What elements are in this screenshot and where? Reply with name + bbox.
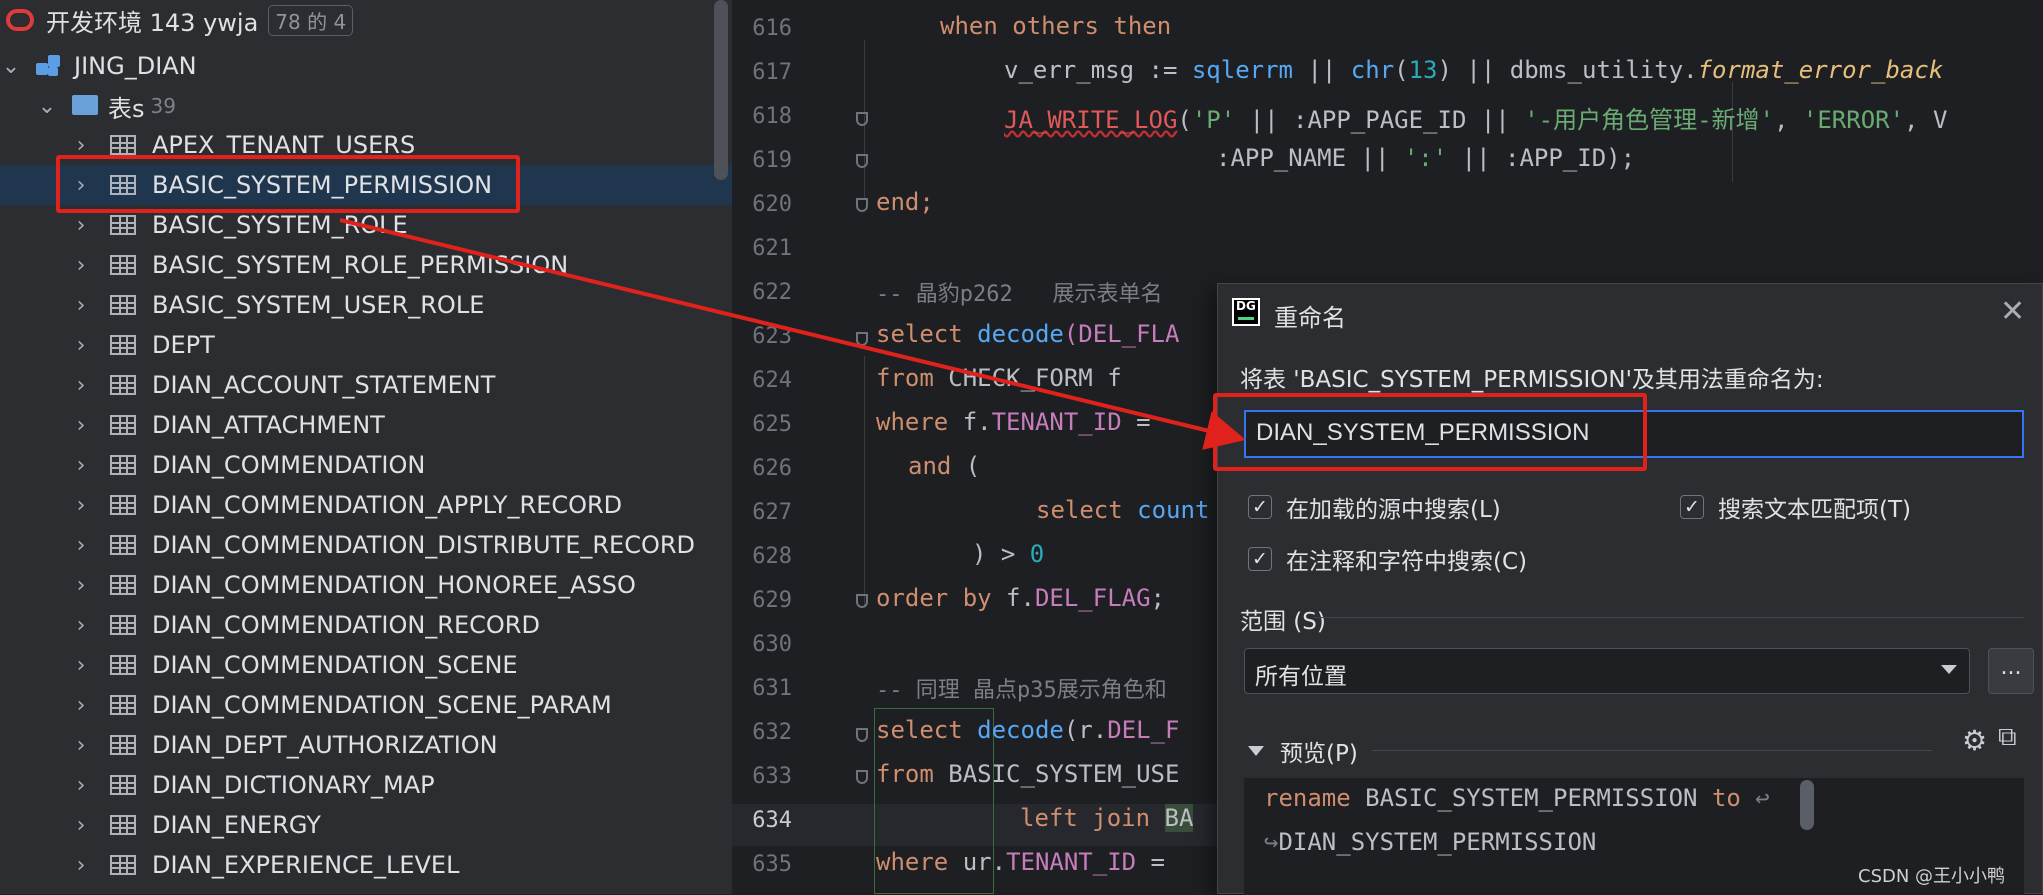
watermark: CSDN @王小小鸭 xyxy=(1858,866,2006,887)
annotation-arrow xyxy=(339,218,1246,450)
